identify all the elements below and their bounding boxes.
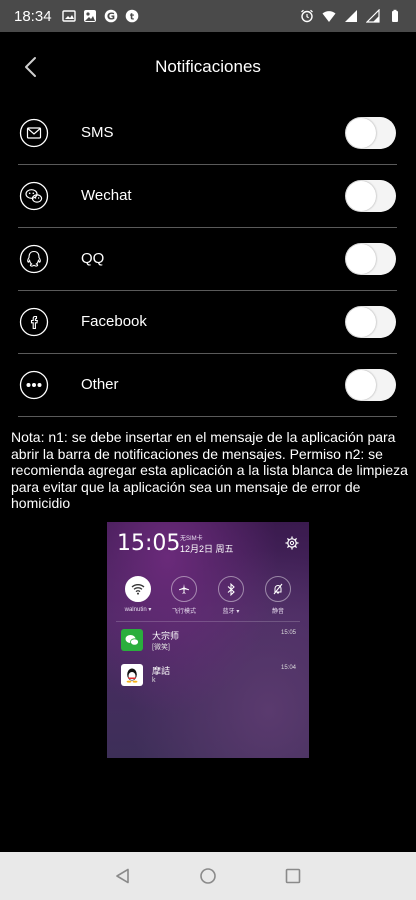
app-label: Other [81,376,119,393]
notification-text: k [152,677,156,684]
page-title: Notificaciones [155,57,261,76]
example-time: 15:05 [117,531,181,556]
example-notification: 大宗师 [微笑] 15:05 [116,625,300,659]
list-item-facebook: Facebook [0,291,416,354]
example-notification: 摩詰 k 15:04 [116,660,300,694]
wechat-toggle[interactable] [345,180,396,212]
tumblr-icon: t [125,9,138,23]
airplane-icon [179,584,189,594]
wechat-icon [19,181,49,211]
other-toggle[interactable] [345,369,396,401]
wifi-toggle [125,576,151,602]
app-label: QQ [81,250,105,267]
nav-home-icon [200,868,216,884]
mail-icon [19,118,49,148]
wechat-icon [121,629,143,651]
toggle-knob [346,370,376,400]
alarm-icon [301,9,313,23]
qq-icon [121,664,143,686]
divider [116,621,300,622]
example-screenshot: 15:05 无SIM卡 12月2日 周五 walnutin ▾ 飞行模式 蓝牙 … [107,522,309,758]
toggle-knob [346,307,376,337]
qs-label: 静音 [271,609,284,615]
signal-icon [345,10,357,22]
mute-toggle [265,576,291,602]
svg-text:t: t [129,13,134,23]
notification-title: 大宗师 [152,631,180,641]
qs-label: walnutin ▾ [124,607,152,613]
divider [18,416,397,417]
app-label: Facebook [81,313,147,330]
quick-settings: walnutin ▾ 飞行模式 蓝牙 ▾ 静音 [107,576,309,620]
facebook-icon [19,307,49,337]
example-sim-status: 无SIM卡 [180,536,203,542]
list-item-sms: SMS [0,102,416,165]
facebook-toggle[interactable] [345,306,396,338]
bluetooth-toggle [218,576,244,602]
qq-icon [19,244,49,274]
airplane-toggle [171,576,197,602]
qs-label: 飞行模式 [171,609,196,615]
navigation-bar [0,852,416,900]
notification-title: 摩詰 [152,666,171,676]
status-right-icons [300,9,402,23]
nav-recents-button[interactable] [281,864,305,888]
battery-icon [392,9,398,22]
sms-toggle[interactable] [345,117,396,149]
header: Notificaciones [0,32,416,102]
example-date: 12月2日 周五 [180,544,234,554]
qq-toggle[interactable] [345,243,396,275]
wifi-icon [131,584,145,595]
signal-icon [366,9,380,23]
nav-back-button[interactable] [111,864,135,888]
app-notification-list: SMS Wechat QQ Facebook Other [0,102,416,417]
toggle-knob [346,181,376,211]
list-item-qq: QQ [0,228,416,291]
more-dots-icon [19,370,49,400]
nav-recents-icon [285,868,301,884]
app-label: Wechat [81,187,132,204]
status-time: 18:34 [14,7,52,25]
status-bar: 18:34 G t [0,0,416,32]
wifi-icon [322,11,336,22]
list-item-wechat: Wechat [0,165,416,228]
svg-text:G: G [106,11,114,22]
nav-back-icon [116,868,129,884]
qs-label: 蓝牙 ▾ [222,609,240,615]
notification-time: 15:04 [280,665,296,671]
instruction-note: Nota: n1: se debe insertar en el mensaje… [11,429,408,511]
mute-icon [273,583,283,595]
notification-time: 15:05 [280,630,296,636]
google-icon: G [104,9,117,22]
bluetooth-icon [227,582,235,596]
photos-icon [83,10,96,22]
list-item-other: Other [0,354,416,417]
toggle-knob [346,244,376,274]
nav-home-button[interactable] [196,864,220,888]
gear-icon [285,536,299,550]
notification-text: [微笑] [152,644,170,651]
status-left-icons: G t [61,9,139,23]
app-label: SMS [81,124,114,141]
toggle-knob [346,118,376,148]
image-icon [61,10,76,22]
